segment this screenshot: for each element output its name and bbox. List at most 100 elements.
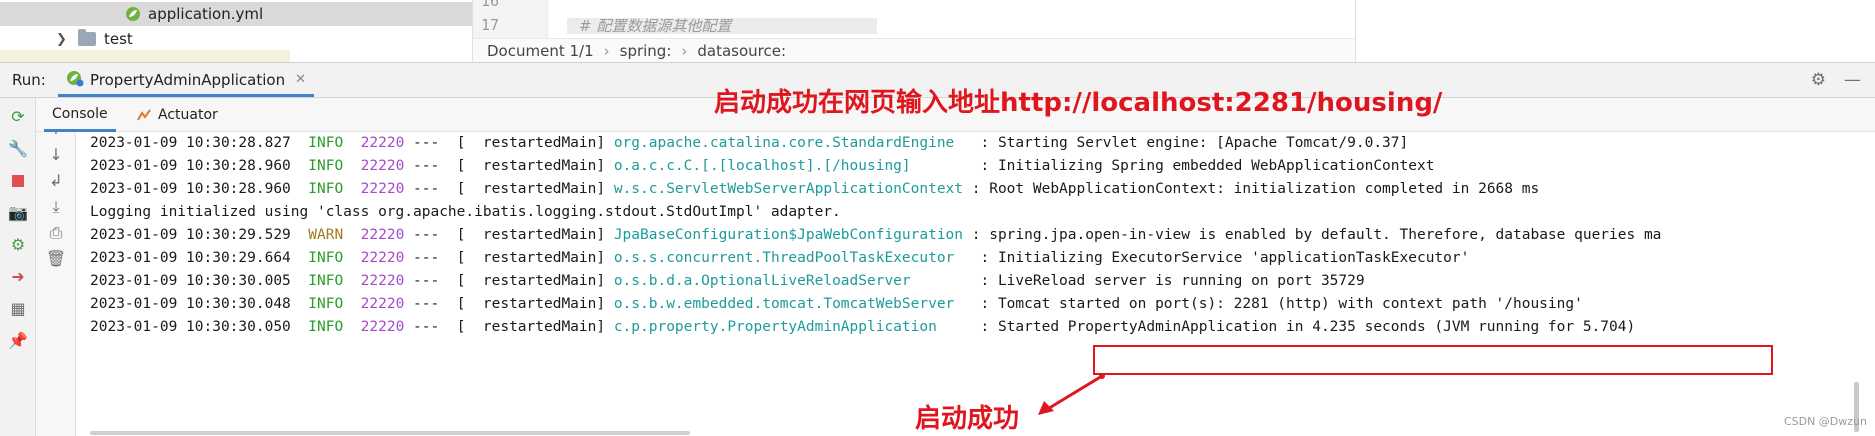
log-line: 2023-01-09 10:30:30.005 INFO 22220 --- [… xyxy=(90,270,1365,292)
camera-icon[interactable]: 📷 xyxy=(8,204,28,222)
tab-actuator[interactable]: Actuator xyxy=(136,98,218,132)
log-pid: 22220 xyxy=(360,250,405,266)
code-comment: # 配置数据源其他配置 xyxy=(567,18,877,34)
log-message: : Initializing ExecutorService 'applicat… xyxy=(971,250,1470,266)
tree-item-test-folder[interactable]: ❯ test xyxy=(56,27,133,51)
log-logger: o.s.b.d.a.OptionalLiveReloadServer xyxy=(613,273,972,289)
log-thread: --- [ restartedMain] xyxy=(404,135,614,151)
log-level: INFO xyxy=(308,296,344,312)
log-level: INFO xyxy=(308,250,344,266)
tree-row-partial xyxy=(0,50,290,62)
watermark: CSDN @Dwzun xyxy=(1783,415,1867,428)
code-editor[interactable]: 16 17 # 配置数据源其他配置 Document 1/1 › spring:… xyxy=(472,0,1356,62)
soft-wrap-icon[interactable]: ↲ xyxy=(47,172,65,190)
log-message: : spring.jpa.open-in-view is enabled by … xyxy=(963,227,1662,243)
log-level: INFO xyxy=(308,273,344,289)
run-toolbar: ⟳ 🔧 📷 ⚙ ➜ ▦ 📌 xyxy=(0,98,36,436)
spring-leaf-icon xyxy=(124,5,142,23)
code-area[interactable]: # 配置数据源其他配置 xyxy=(547,0,1356,38)
log-timestamp: 2023-01-09 10:30:28.827 xyxy=(90,135,291,151)
log-thread: --- [ restartedMain] xyxy=(404,319,614,335)
log-level: INFO xyxy=(308,181,344,197)
indent-guide xyxy=(547,0,548,38)
log-logger: o.a.c.c.C.[.[localhost].[/housing] xyxy=(613,158,972,174)
breadcrumb-document[interactable]: Document 1/1 xyxy=(487,42,594,60)
log-line: 2023-01-09 10:30:29.529 WARN 22220 --- [… xyxy=(90,224,1661,246)
log-text: Logging initialized using 'class org.apa… xyxy=(90,204,841,220)
log-thread: --- [ restartedMain] xyxy=(404,250,614,266)
project-tree: application.yml ❯ test xyxy=(0,0,472,62)
minimize-icon[interactable]: — xyxy=(1844,70,1861,90)
log-thread: --- [ restartedMain] xyxy=(404,273,614,289)
log-line: Logging initialized using 'class org.apa… xyxy=(90,201,841,223)
console-toolbar: ↑ ↓ ↲ ⤓ ⎙ 🗑 xyxy=(36,121,76,436)
log-timestamp: 2023-01-09 10:30:29.664 xyxy=(90,250,291,266)
tree-item-label: application.yml xyxy=(148,5,264,23)
wrench-icon[interactable]: 🔧 xyxy=(8,140,28,158)
chevron-right-icon[interactable]: ❯ xyxy=(56,32,78,47)
annotation-top: 启动成功在网页输入地址http://localhost:2281/housing… xyxy=(714,88,1443,118)
log-line: 2023-01-09 10:30:30.050 INFO 22220 --- [… xyxy=(90,316,1635,338)
log-timestamp: 2023-01-09 10:30:29.529 xyxy=(90,227,291,243)
run-tab-property-admin[interactable]: PropertyAdminApplication ✕ xyxy=(58,65,314,97)
log-logger: o.s.s.concurrent.ThreadPoolTaskExecutor xyxy=(613,250,972,266)
console-output[interactable]: 2023-01-09 10:30:28.826 INFO 22220 --- [… xyxy=(76,132,1875,436)
gear-icon[interactable]: ⚙ xyxy=(1811,70,1826,90)
line-number-gutter: 16 17 xyxy=(473,0,547,38)
log-logger: o.s.b.w.embedded.tomcat.TomcatWebServer xyxy=(613,296,972,312)
annotation-bottom: 启动成功 xyxy=(915,404,1020,434)
annotation-arrow xyxy=(1038,373,1105,415)
chevron-right-icon: › xyxy=(603,41,610,60)
log-level: INFO xyxy=(308,319,344,335)
rerun-icon[interactable]: ⟳ xyxy=(9,108,27,126)
log-pid: 22220 xyxy=(360,227,405,243)
scroll-to-end-icon[interactable]: ⤓ xyxy=(47,198,65,216)
highlight-box xyxy=(1093,345,1773,375)
log-message: : Tomcat started on port(s): 2281 (http)… xyxy=(971,296,1583,312)
log-message: : LiveReload server is running on port 3… xyxy=(971,273,1365,289)
exit-icon[interactable]: ➜ xyxy=(9,268,27,286)
log-pid: 22220 xyxy=(360,181,405,197)
log-thread: --- [ restartedMain] xyxy=(404,158,614,174)
log-pid: 22220 xyxy=(360,273,405,289)
log-pid: 22220 xyxy=(360,158,405,174)
log-pid: 22220 xyxy=(360,296,405,312)
spring-boot-run-icon xyxy=(66,69,84,91)
pin-icon[interactable]: 📌 xyxy=(8,332,28,350)
log-thread: --- [ restartedMain] xyxy=(404,227,614,243)
stop-icon[interactable] xyxy=(9,172,27,190)
log-timestamp: 2023-01-09 10:30:28.960 xyxy=(90,181,291,197)
debug-bug-icon[interactable]: ⚙ xyxy=(9,236,27,254)
folder-icon xyxy=(78,29,96,46)
log-pid: 22220 xyxy=(360,135,405,151)
log-line: 2023-01-09 10:30:29.664 INFO 22220 --- [… xyxy=(90,247,1469,269)
trash-icon[interactable]: 🗑 xyxy=(46,250,66,268)
tab-label: Console xyxy=(52,105,108,122)
chevron-right-icon: › xyxy=(681,41,688,60)
breadcrumb-spring[interactable]: spring: xyxy=(620,42,672,60)
print-icon[interactable]: ⎙ xyxy=(47,224,65,242)
run-label: Run: xyxy=(12,71,46,89)
layout-icon[interactable]: ▦ xyxy=(9,300,27,318)
close-icon[interactable]: ✕ xyxy=(295,72,306,87)
log-thread: --- [ restartedMain] xyxy=(404,296,614,312)
run-header-tools: ⚙ — xyxy=(1811,70,1861,90)
log-timestamp: 2023-01-09 10:30:30.050 xyxy=(90,319,291,335)
log-level: WARN xyxy=(308,227,344,243)
log-line: 2023-01-09 10:30:28.960 INFO 22220 --- [… xyxy=(90,155,1434,177)
arrow-down-icon[interactable]: ↓ xyxy=(47,146,65,164)
log-logger: org.apache.catalina.core.StandardEngine xyxy=(613,135,972,151)
log-logger: JpaBaseConfiguration$JpaWebConfiguration xyxy=(613,227,964,243)
tree-item-application-yml[interactable]: application.yml xyxy=(124,2,263,26)
tab-label: Actuator xyxy=(158,107,218,123)
actuator-icon xyxy=(136,107,152,123)
breadcrumb: Document 1/1 › spring: › datasource: xyxy=(473,38,1356,62)
log-message: : Root WebApplicationContext: initializa… xyxy=(963,181,1540,197)
breadcrumb-datasource[interactable]: datasource: xyxy=(697,42,786,60)
tab-console[interactable]: Console xyxy=(44,98,116,132)
line-number: 17 xyxy=(481,16,500,34)
tree-item-label: test xyxy=(104,30,133,48)
log-timestamp: 2023-01-09 10:30:30.005 xyxy=(90,273,291,289)
log-timestamp: 2023-01-09 10:30:28.960 xyxy=(90,158,291,174)
horizontal-scrollbar[interactable] xyxy=(90,431,690,435)
